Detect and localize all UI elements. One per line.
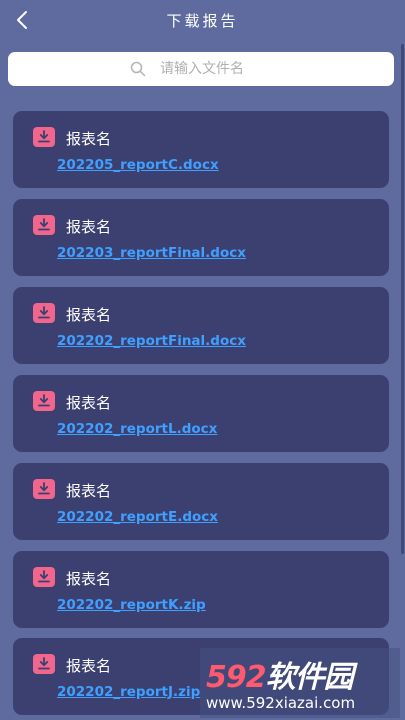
download-icon[interactable] — [33, 391, 55, 411]
report-card[interactable]: 报表名 202202_reportFinal.docx — [13, 287, 389, 364]
search-icon — [130, 61, 146, 77]
report-card[interactable]: 报表名 202203_reportFinal.docx — [13, 199, 389, 276]
report-file-link[interactable]: 202202_reportE.docx — [57, 509, 218, 525]
report-label: 报表名 — [66, 130, 112, 148]
watermark-logo: 592软件园 www.592xiazai.com — [200, 648, 400, 718]
report-file-link[interactable]: 202202_reportJ.zip — [57, 684, 200, 700]
report-label: 报表名 — [66, 657, 112, 675]
report-label: 报表名 — [66, 306, 112, 324]
download-icon[interactable] — [33, 215, 55, 235]
report-file-link[interactable]: 202202_reportFinal.docx — [57, 333, 246, 349]
download-icon[interactable] — [33, 567, 55, 587]
report-file-link[interactable]: 202202_reportL.docx — [57, 421, 217, 437]
page-title: 下载报告 — [166, 12, 239, 30]
watermark-url: www.592xiazai.com — [206, 694, 356, 712]
download-icon[interactable] — [33, 127, 55, 147]
search-input[interactable] — [158, 60, 272, 78]
header-bar: 下载报告 — [0, 0, 405, 40]
search-box[interactable] — [8, 52, 394, 86]
report-card[interactable]: 报表名 202202_reportL.docx — [13, 375, 389, 452]
report-card[interactable]: 报表名 202205_reportC.docx — [13, 111, 389, 188]
report-label: 报表名 — [66, 394, 112, 412]
report-card[interactable]: 报表名 202202_reportK.zip — [13, 551, 389, 628]
report-card[interactable]: 报表名 202202_reportE.docx — [13, 463, 389, 540]
download-icon[interactable] — [33, 303, 55, 323]
report-file-link[interactable]: 202203_reportFinal.docx — [57, 245, 246, 261]
scrollbar[interactable] — [401, 44, 404, 554]
watermark-number: 592 — [206, 660, 267, 695]
report-label: 报表名 — [66, 218, 112, 236]
report-label: 报表名 — [66, 570, 112, 588]
report-file-link[interactable]: 202205_reportC.docx — [57, 157, 219, 173]
download-icon[interactable] — [33, 479, 55, 499]
watermark-name: 软件园 — [265, 660, 354, 695]
report-file-link[interactable]: 202202_reportK.zip — [57, 597, 206, 613]
download-icon[interactable] — [33, 654, 55, 674]
report-label: 报表名 — [66, 482, 112, 500]
